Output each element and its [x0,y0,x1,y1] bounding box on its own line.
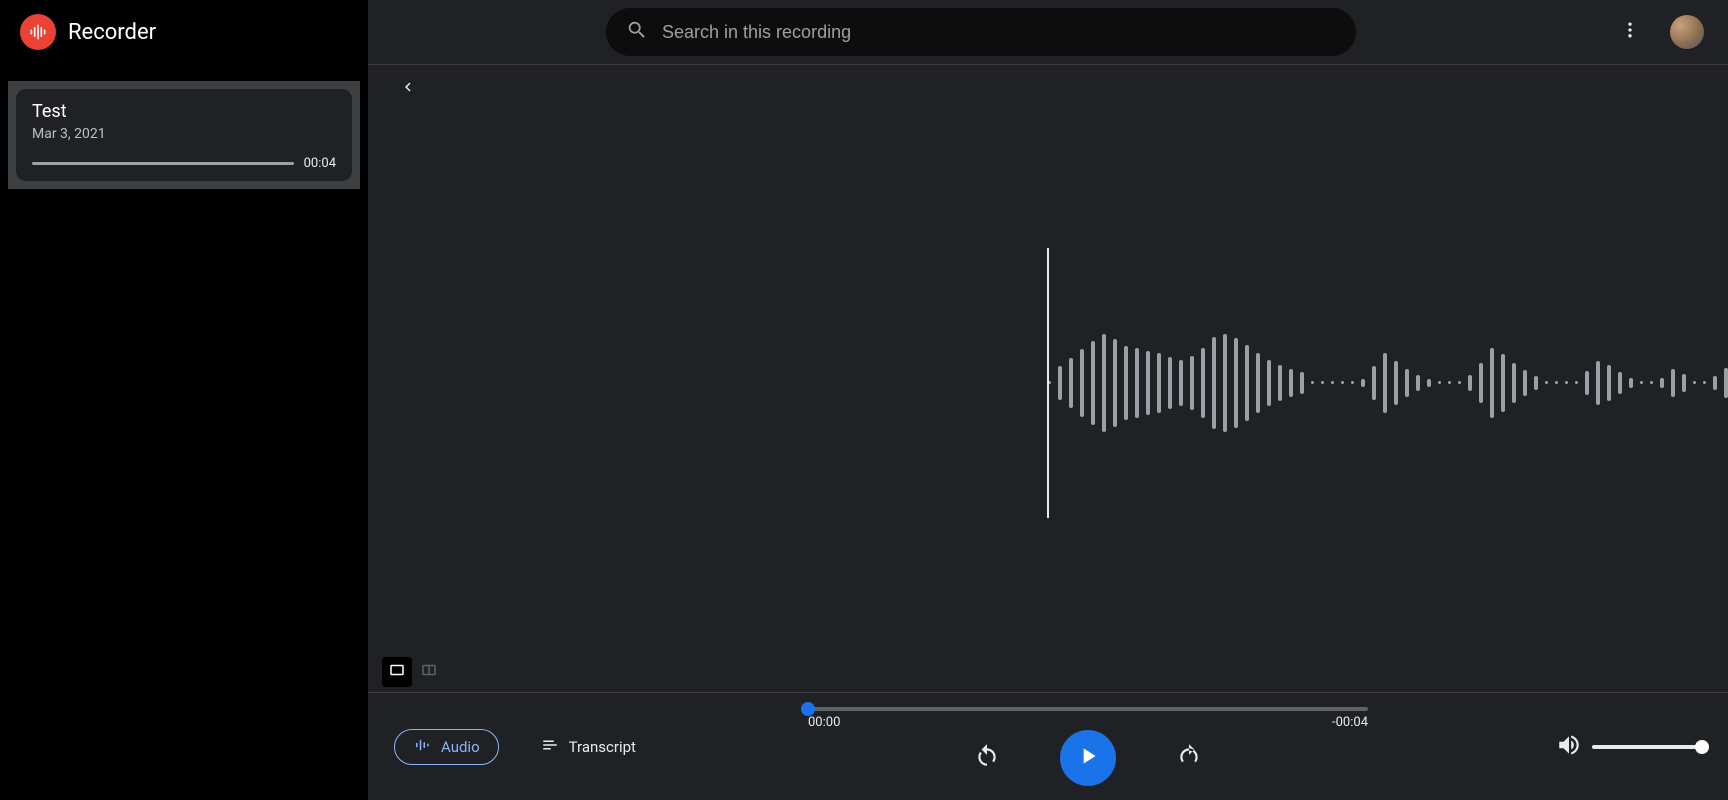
recording-progress-row: 00:04 [32,156,336,171]
more-vert-icon [1620,20,1640,44]
mode-tabs: Audio Transcript [394,729,654,765]
recorder-app-icon [20,14,56,50]
playhead [1047,248,1049,518]
current-time: 00:00 [808,715,840,730]
replay-5-button[interactable] [974,743,1000,773]
tab-transcript[interactable]: Transcript [523,729,654,765]
forward-5-button[interactable] [1176,743,1202,773]
topbar: Recorder [0,0,1728,64]
transport-buttons [974,730,1202,786]
remaining-time: -00:04 [1332,715,1368,730]
recording-mini-progress [32,162,294,165]
recording-date: Mar 3, 2021 [32,126,336,142]
waveform [1048,334,1728,432]
play-icon [1075,743,1101,773]
replay-icon [974,754,1000,773]
view-switch [368,652,1728,692]
topbar-brand-area: Recorder [0,0,368,64]
search-wrap [368,8,1594,56]
topbar-main-area [368,0,1728,64]
search-input[interactable] [662,22,1336,43]
single-view-button[interactable] [382,657,412,687]
forward-icon [1176,754,1202,773]
split-pane-icon [420,661,438,683]
volume-slider[interactable] [1592,745,1702,749]
volume-icon [1556,732,1582,762]
time-row: 00:00 -00:04 [808,715,1368,730]
main-header [368,65,1728,113]
transcript-icon [541,736,559,758]
volume-thumb[interactable] [1695,740,1709,754]
scrubber[interactable]: 00:00 -00:04 [808,707,1368,730]
tab-transcript-label: Transcript [569,738,636,756]
chevron-left-icon [399,78,417,100]
back-button[interactable] [392,73,424,105]
tab-audio[interactable]: Audio [394,729,499,765]
audio-icon [413,736,431,758]
playback-controls: Audio Transcript 00:00 -00:04 [368,692,1728,800]
main-panel: Audio Transcript 00:00 -00:04 [368,64,1728,800]
scrubber-track [808,707,1368,711]
account-avatar[interactable] [1670,15,1704,49]
transport: 00:00 -00:04 [654,707,1522,786]
more-options-button[interactable] [1610,12,1650,52]
scrubber-thumb[interactable] [801,702,815,716]
search-box[interactable] [606,8,1356,56]
top-actions [1610,12,1704,52]
volume-control [1522,732,1702,762]
brand[interactable]: Recorder [20,14,156,50]
recording-duration: 00:04 [304,156,336,171]
sidebar: Test Mar 3, 2021 00:04 [0,64,368,800]
body: Test Mar 3, 2021 00:04 [0,64,1728,800]
brand-name: Recorder [68,20,156,45]
split-view-button[interactable] [414,657,444,687]
tab-audio-label: Audio [441,738,480,756]
single-pane-icon [388,661,406,683]
recording-title: Test [32,101,336,122]
recording-card[interactable]: Test Mar 3, 2021 00:04 [16,89,352,181]
sidebar-selection-highlight: Test Mar 3, 2021 00:04 [8,81,360,189]
play-button[interactable] [1060,730,1116,786]
waveform-area[interactable] [368,113,1728,652]
search-icon [626,19,648,45]
